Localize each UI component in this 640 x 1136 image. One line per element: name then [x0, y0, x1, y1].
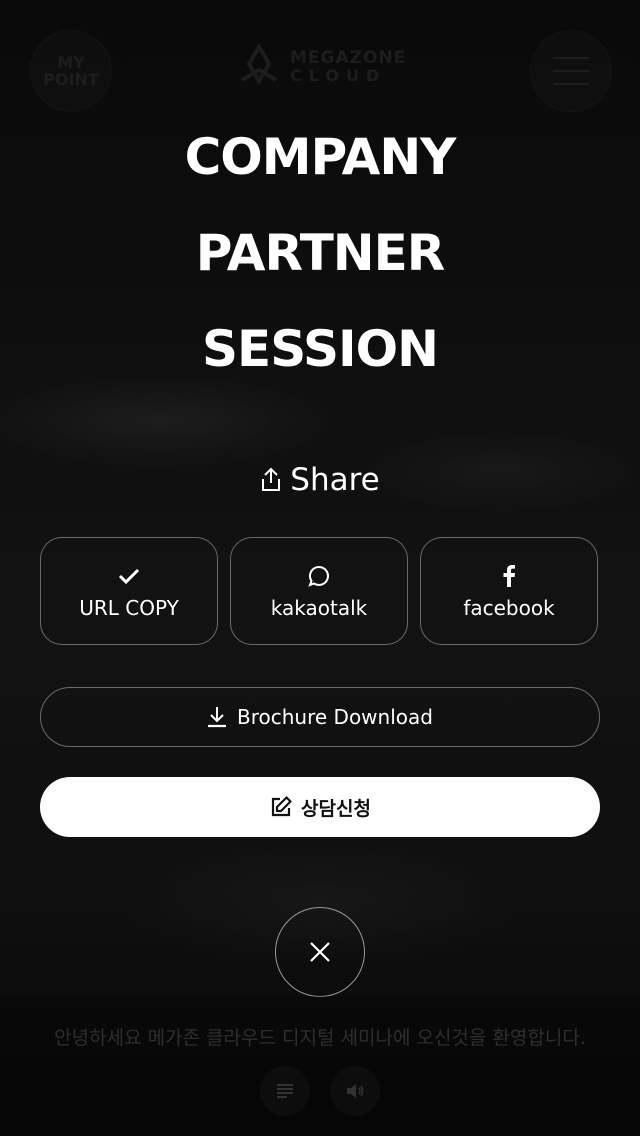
- menu-item-company[interactable]: COMPANY: [0, 128, 640, 186]
- close-icon: [310, 942, 330, 962]
- close-menu-button[interactable]: [275, 907, 365, 997]
- share-heading: Share: [0, 462, 640, 498]
- menu-item-partner[interactable]: PARTNER: [0, 224, 640, 282]
- download-icon: [208, 707, 227, 728]
- kakaotalk-label: kakaotalk: [270, 596, 368, 620]
- menu-item-session[interactable]: SESSION: [0, 320, 640, 378]
- share-label: Share: [290, 462, 380, 498]
- check-icon: [118, 568, 140, 585]
- consultation-request-button[interactable]: 상담신청: [40, 777, 600, 837]
- facebook-icon: [503, 565, 515, 587]
- facebook-label: facebook: [463, 596, 555, 620]
- facebook-share-button[interactable]: facebook: [420, 537, 598, 645]
- edit-icon: [271, 796, 292, 817]
- welcome-caption: 안녕하세요 메가존 클라우드 디지털 세미나에 오신것을 환영합니다.: [54, 1027, 586, 1049]
- share-icon: [262, 467, 281, 491]
- brochure-download-button[interactable]: Brochure Download: [40, 687, 600, 747]
- subtitles-button[interactable]: [260, 1066, 310, 1116]
- kakaotalk-share-button[interactable]: kakaotalk: [230, 537, 408, 645]
- speaker-icon: [347, 1084, 364, 1098]
- brochure-download-label: Brochure Download: [237, 705, 433, 729]
- bottom-bar: [0, 996, 640, 1136]
- speech-bubble-icon: [308, 565, 329, 587]
- url-copy-label: URL COPY: [79, 596, 179, 620]
- consultation-request-label: 상담신청: [301, 797, 371, 820]
- audio-button[interactable]: [330, 1066, 380, 1116]
- url-copy-button[interactable]: URL COPY: [40, 537, 218, 645]
- list-icon: [277, 1084, 293, 1098]
